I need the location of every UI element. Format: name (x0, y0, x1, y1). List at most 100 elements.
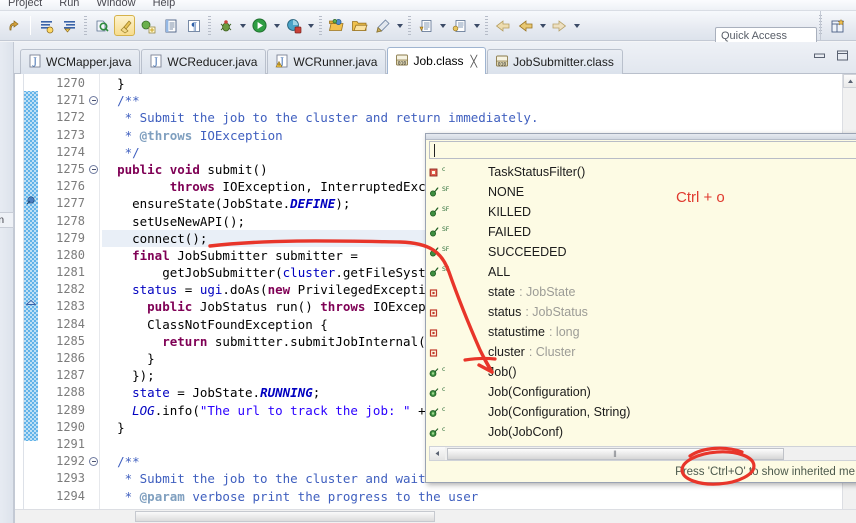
svg-text:010: 010 (498, 61, 507, 67)
outline-item[interactable]: c Job() (429, 362, 856, 382)
external-tools-icon[interactable] (372, 15, 393, 36)
outline-item[interactable]: SF NONE (429, 182, 856, 202)
svg-text:c: c (442, 366, 445, 373)
menu-item-project[interactable]: Project (8, 0, 42, 9)
pilcrow-icon[interactable]: ¶ (183, 15, 204, 36)
svg-text:010: 010 (398, 60, 407, 66)
outline-item[interactable]: cluster: Cluster (429, 342, 856, 362)
editor-tab-wcmapper-java[interactable]: J WCMapper.java (20, 49, 141, 74)
outline-item[interactable]: statustime: long (429, 322, 856, 342)
restore-last-selection-icon[interactable] (4, 15, 25, 36)
outline-item[interactable]: status: JobStatus (429, 302, 856, 322)
collapse-marker-icon[interactable] (25, 296, 37, 308)
next-annotation-icon[interactable] (36, 15, 57, 36)
code-line[interactable]: * @param verbose print the progress to t… (102, 488, 856, 505)
text-caret (434, 144, 435, 157)
fold-toggle-icon[interactable] (89, 457, 98, 467)
folding-ruler[interactable] (87, 74, 100, 523)
maximize-icon[interactable] (835, 48, 850, 68)
line-number: 1293 (56, 471, 85, 486)
outline-item[interactable]: c Job(Configuration, String) (429, 402, 856, 422)
scroll-up-icon[interactable] (843, 74, 856, 88)
line-number: 1286 (56, 351, 85, 365)
class-file-icon: 010 (395, 53, 409, 70)
outline-item[interactable]: SF ALL (429, 262, 856, 282)
new-folder-icon[interactable] (449, 15, 470, 36)
editor-tab-wcrunner-java[interactable]: J WCRunner.java (267, 49, 387, 74)
minimize-icon[interactable] (812, 48, 827, 68)
editor-stack-controls (812, 48, 850, 68)
run-dropdown-arrow-icon[interactable] (271, 15, 282, 36)
outline-item-type: : long (548, 325, 580, 339)
code-line[interactable]: } (102, 75, 856, 92)
editor-tab-label: WCReducer.java (167, 55, 258, 69)
outline-item[interactable]: c TaskStatusFilter() (429, 162, 856, 182)
public-constructor-icon: c (429, 405, 453, 419)
outline-item[interactable]: c Job(JobConf) (429, 422, 856, 442)
line-number: 1284 (56, 316, 85, 331)
debug-dropdown-arrow-icon[interactable] (237, 15, 248, 36)
svg-text:SF: SF (442, 226, 450, 233)
forward-icon[interactable] (549, 15, 570, 36)
coverage-dropdown-arrow-icon[interactable] (305, 15, 316, 36)
editor-tab-jobsubmitter-class[interactable]: 010 JobSubmitter.class (487, 49, 623, 74)
outline-member-list[interactable]: c TaskStatusFilter() SF NONE SF KILLED SF FAILE… (429, 162, 856, 446)
fold-toggle-icon[interactable] (89, 96, 98, 106)
line-number: 1274 (56, 144, 85, 159)
code-line[interactable]: * Submit the job to the cluster and retu… (102, 109, 856, 126)
static-final-field-icon: SF (429, 245, 453, 259)
run-icon[interactable] (249, 15, 270, 36)
skip-breakpoints-dropdown-arrow-icon[interactable] (437, 15, 448, 36)
skip-breakpoints-icon[interactable] (415, 15, 436, 36)
outline-scroll-thumb[interactable]: ‖ (447, 448, 784, 460)
external-tools-dropdown-arrow-icon[interactable] (394, 15, 405, 36)
close-icon[interactable]: ╳ (471, 55, 478, 68)
fold-toggle-icon[interactable] (89, 165, 98, 174)
new-java-class-icon[interactable] (137, 15, 158, 36)
toggle-mark-occurrences-icon[interactable] (114, 15, 135, 36)
code-line[interactable]: /** (102, 92, 856, 109)
previous-edit-dropdown-arrow-icon[interactable] (537, 15, 548, 36)
editor-tab-job-class[interactable]: 010 Job.class ╳ (387, 47, 487, 74)
open-perspective-button[interactable] (820, 11, 856, 41)
outline-item-label: Job(JobConf) (488, 425, 564, 439)
open-type-icon[interactable] (326, 15, 347, 36)
outline-item[interactable]: SF SUCCEEDED (429, 242, 856, 262)
new-folder-dropdown-arrow-icon[interactable] (471, 15, 482, 36)
open-task-icon[interactable] (160, 15, 181, 36)
editor-horizontal-scrollbar[interactable] (15, 509, 856, 523)
outline-item[interactable]: state: JobState (429, 282, 856, 302)
overview-ruler-left (15, 74, 24, 523)
menu-item-help[interactable]: Help (153, 0, 176, 9)
open-resource-icon[interactable] (349, 15, 370, 36)
previous-annotation-icon[interactable] (59, 15, 80, 36)
scroll-left-icon[interactable] (430, 447, 445, 460)
outline-item[interactable]: c Job(Configuration) (429, 382, 856, 402)
editor-tab-wcreducer-java[interactable]: J WCReducer.java (141, 49, 267, 74)
outline-item[interactable]: SF FAILED (429, 222, 856, 242)
inner-class-icon: c (429, 165, 453, 179)
coverage-icon[interactable] (283, 15, 304, 36)
previous-edit-icon[interactable] (515, 15, 536, 36)
horizontal-scroll-thumb[interactable] (135, 511, 435, 522)
line-number: 1283 (56, 299, 85, 314)
outline-item-label: SUCCEEDED (488, 245, 567, 259)
outline-filter-input[interactable] (429, 141, 856, 159)
debug-icon[interactable] (215, 15, 236, 36)
change-bar-gap (24, 74, 38, 91)
outline-horizontal-scrollbar[interactable]: ‖ (429, 446, 856, 461)
outline-item-label: Job(Configuration) (488, 385, 591, 399)
menu-item-window[interactable]: Window (96, 0, 135, 9)
quick-outline-popup[interactable]: c TaskStatusFilter() SF NONE SF KILLED SF FAILE… (425, 133, 856, 483)
collapsed-view-stack[interactable]: on (0, 42, 14, 523)
collapsed-view-label[interactable]: on (0, 212, 14, 228)
line-number: 1278 (56, 213, 85, 228)
outline-item[interactable]: SF KILLED (429, 202, 856, 222)
line-number: 1282 (56, 282, 85, 297)
svg-text:SF: SF (442, 266, 450, 273)
back-icon[interactable] (492, 15, 513, 36)
toolbar-separator (208, 16, 211, 35)
search-icon[interactable] (91, 15, 112, 36)
forward-dropdown-arrow-icon[interactable] (571, 15, 582, 36)
menu-item-run[interactable]: Run (59, 0, 79, 9)
